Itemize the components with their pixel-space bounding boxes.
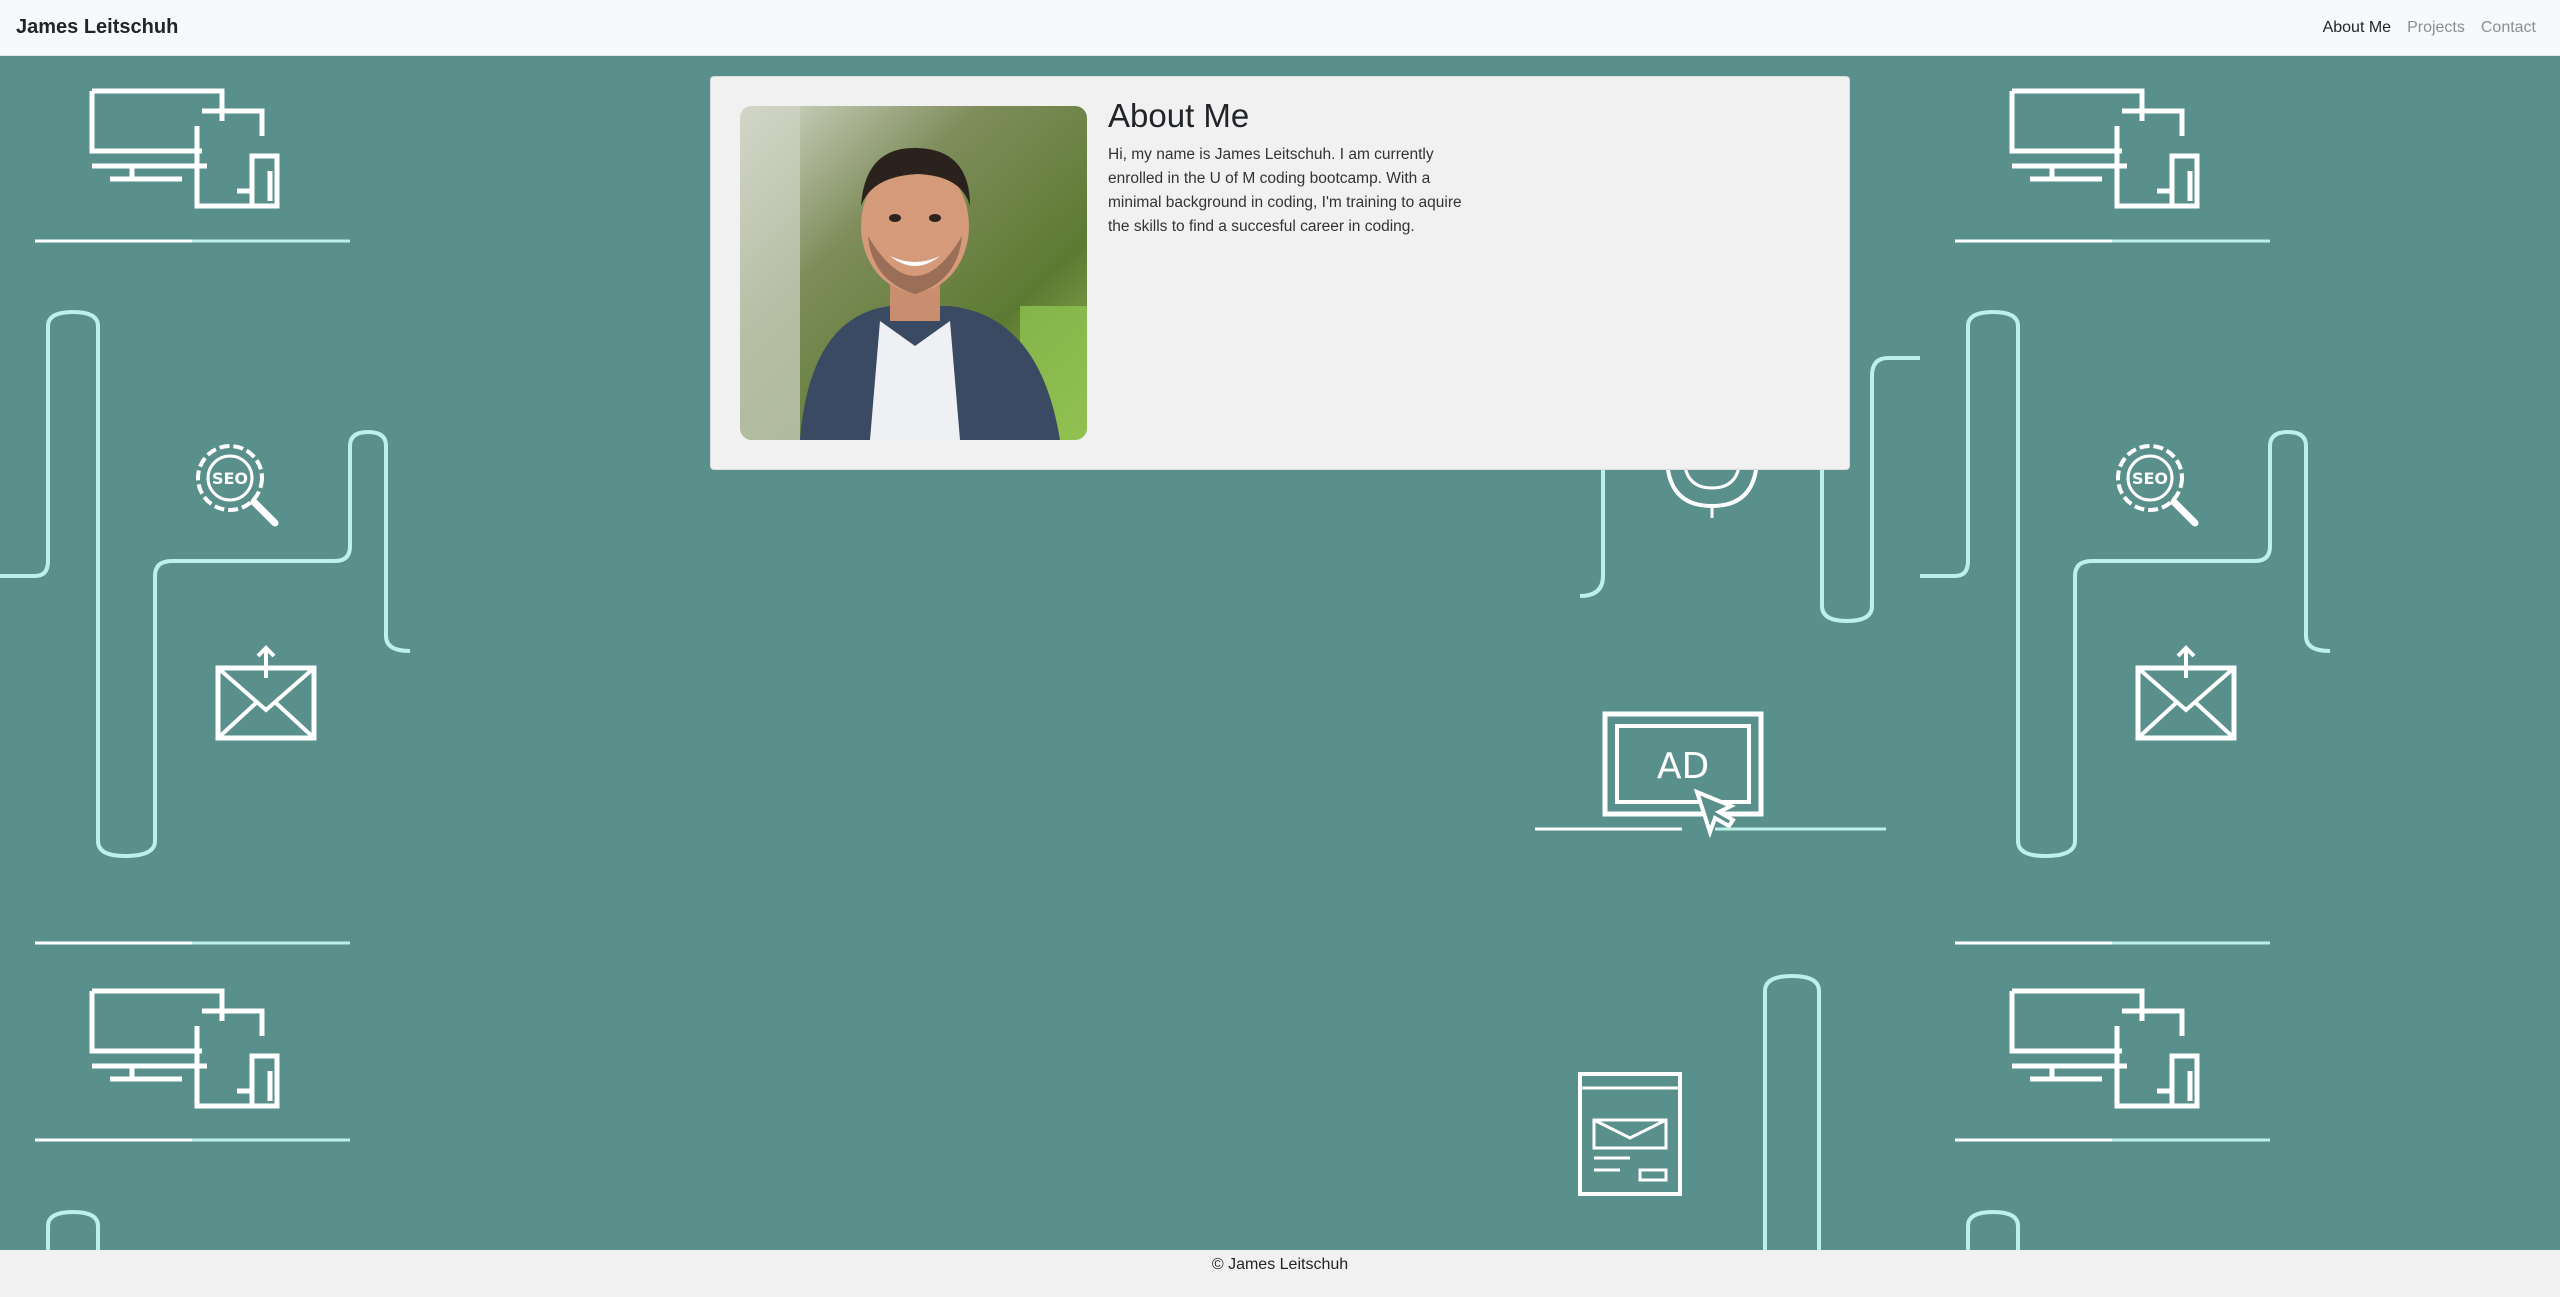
about-text: Hi, my name is James Leitschuh. I am cur… <box>1108 146 1462 235</box>
footer: © James Leitschuh <box>0 1250 2560 1297</box>
about-card: About Me Hi, my name is James Leitschuh.… <box>710 76 1850 470</box>
about-title: About Me <box>1108 97 1250 134</box>
profile-photo <box>740 106 1087 440</box>
nav-links: About Me Projects Contact <box>2315 19 2544 37</box>
nav-link-contact[interactable]: Contact <box>2473 19 2544 37</box>
nav-link-about[interactable]: About Me <box>2315 19 2399 37</box>
nav-link-projects[interactable]: Projects <box>2399 19 2473 37</box>
navbar: James Leitschuh About Me Projects Contac… <box>0 0 2560 56</box>
navbar-brand[interactable]: James Leitschuh <box>16 16 178 39</box>
footer-copyright: © James Leitschuh <box>1211 1256 1349 1273</box>
